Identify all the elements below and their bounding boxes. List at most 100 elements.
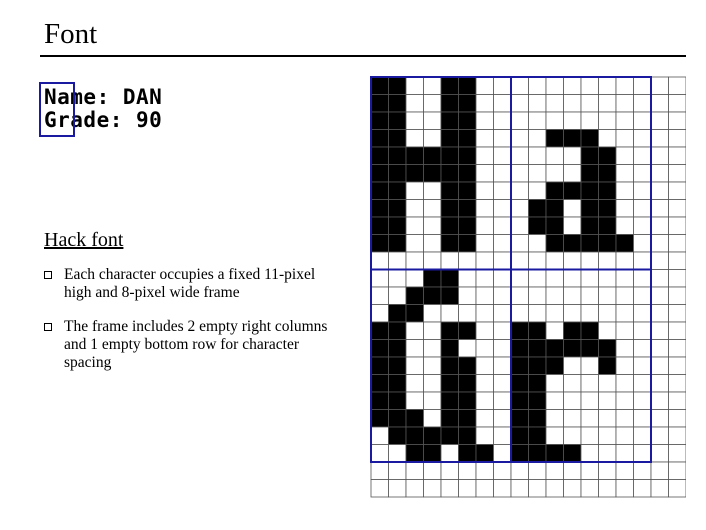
pixel-on bbox=[370, 146, 389, 165]
pixel-on bbox=[440, 199, 459, 218]
title-divider bbox=[40, 55, 686, 57]
pixel-off bbox=[475, 76, 494, 95]
pixel-off bbox=[475, 251, 494, 270]
pixel-off bbox=[650, 234, 669, 253]
pixel-on bbox=[370, 111, 389, 130]
pixel-off bbox=[668, 111, 686, 130]
pixel-off bbox=[598, 111, 617, 130]
pixel-off bbox=[650, 286, 669, 305]
pixel-off bbox=[510, 479, 529, 498]
pixel-on bbox=[563, 321, 582, 340]
pixel-off bbox=[650, 356, 669, 375]
pixel-on bbox=[440, 164, 459, 183]
pixel-off bbox=[615, 199, 634, 218]
pixel-off bbox=[545, 391, 564, 410]
pixel-off bbox=[475, 234, 494, 253]
pixel-off bbox=[475, 391, 494, 410]
pixel-on bbox=[528, 374, 547, 393]
pixel-on bbox=[405, 164, 424, 183]
pixel-off bbox=[475, 426, 494, 445]
pixel-off bbox=[493, 111, 512, 130]
pixel-off bbox=[405, 356, 424, 375]
pixel-off bbox=[598, 251, 617, 270]
pixel-off bbox=[580, 269, 599, 288]
pixel-off bbox=[615, 286, 634, 305]
pixel-on bbox=[440, 269, 459, 288]
pixel-off bbox=[598, 304, 617, 323]
pixel-on bbox=[510, 374, 529, 393]
pixel-on bbox=[563, 129, 582, 148]
pixel-off bbox=[633, 181, 652, 200]
pixel-off bbox=[405, 339, 424, 358]
pixel-on bbox=[458, 409, 477, 428]
pixel-on bbox=[475, 444, 494, 463]
pixel-off bbox=[493, 374, 512, 393]
bullet-square-icon bbox=[44, 271, 52, 279]
pixel-off bbox=[475, 199, 494, 218]
pixel-off bbox=[493, 251, 512, 270]
pixel-off bbox=[580, 479, 599, 498]
pixel-on bbox=[440, 76, 459, 95]
pixel-off bbox=[650, 94, 669, 113]
pixel-off bbox=[615, 339, 634, 358]
pixel-off bbox=[405, 94, 424, 113]
pixel-off bbox=[423, 216, 442, 235]
pixel-off bbox=[650, 391, 669, 410]
pixel-on bbox=[440, 94, 459, 113]
pixel-off bbox=[493, 164, 512, 183]
pixel-on bbox=[440, 409, 459, 428]
pixel-on bbox=[370, 391, 389, 410]
pixel-off bbox=[493, 181, 512, 200]
pixel-off bbox=[493, 444, 512, 463]
pixel-off bbox=[633, 94, 652, 113]
pixel-on bbox=[580, 339, 599, 358]
pixel-off bbox=[510, 251, 529, 270]
pixel-off bbox=[615, 111, 634, 130]
pixel-on bbox=[370, 199, 389, 218]
pixel-off bbox=[563, 356, 582, 375]
pixel-on bbox=[598, 216, 617, 235]
pixel-on bbox=[370, 94, 389, 113]
pixel-off bbox=[440, 461, 459, 480]
pixel-on bbox=[510, 321, 529, 340]
pixel-off bbox=[423, 111, 442, 130]
pixel-off bbox=[493, 339, 512, 358]
pixel-off bbox=[598, 374, 617, 393]
pixel-on bbox=[580, 164, 599, 183]
pixel-off bbox=[388, 461, 407, 480]
pixel-off bbox=[475, 181, 494, 200]
pixel-off bbox=[475, 146, 494, 165]
pixel-on bbox=[388, 181, 407, 200]
pixel-off bbox=[528, 111, 547, 130]
pixel-on bbox=[370, 76, 389, 95]
pixel-off bbox=[405, 479, 424, 498]
pixel-on bbox=[545, 339, 564, 358]
pixel-off bbox=[510, 269, 529, 288]
pixel-off bbox=[528, 251, 547, 270]
pixel-on bbox=[580, 234, 599, 253]
pixel-off bbox=[668, 94, 686, 113]
pixel-off bbox=[580, 426, 599, 445]
pixel-off bbox=[423, 409, 442, 428]
pixel-off bbox=[370, 269, 389, 288]
pixel-off bbox=[563, 251, 582, 270]
pixel-off bbox=[458, 461, 477, 480]
pixel-off bbox=[510, 146, 529, 165]
pixel-on bbox=[458, 444, 477, 463]
pixel-on bbox=[388, 216, 407, 235]
pixel-off bbox=[615, 146, 634, 165]
pixel-off bbox=[405, 199, 424, 218]
pixel-on bbox=[440, 216, 459, 235]
pixel-on bbox=[388, 129, 407, 148]
pixel-on bbox=[440, 146, 459, 165]
pixel-off bbox=[405, 251, 424, 270]
pixel-off bbox=[668, 374, 686, 393]
pixel-off bbox=[615, 216, 634, 235]
pixel-off bbox=[370, 304, 389, 323]
pixel-on bbox=[598, 146, 617, 165]
pixel-on bbox=[423, 444, 442, 463]
pixel-off bbox=[388, 479, 407, 498]
pixel-on bbox=[580, 321, 599, 340]
pixel-off bbox=[510, 234, 529, 253]
slide-title: Font bbox=[44, 18, 98, 50]
